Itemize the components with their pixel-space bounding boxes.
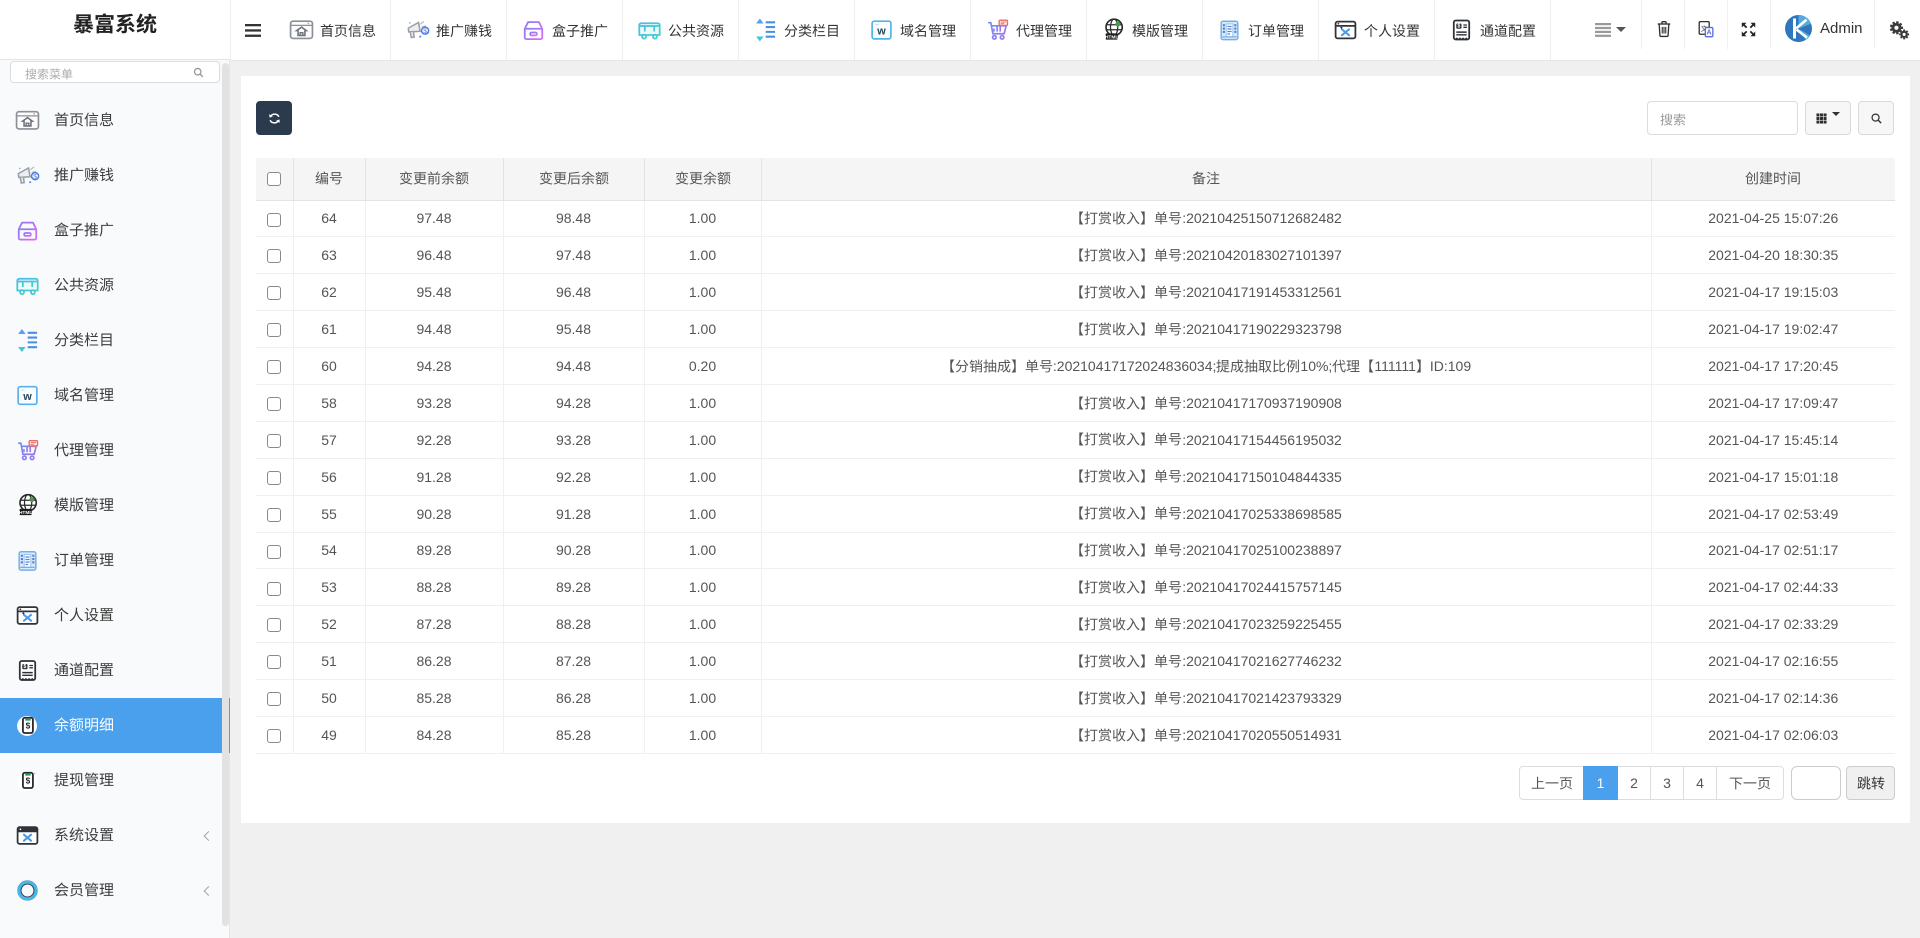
svg-text:$: $ [26, 775, 31, 785]
svg-text:HTML: HTML [19, 510, 32, 516]
svg-text:$: $ [1458, 24, 1461, 30]
svg-text:HTML: HTML [1105, 34, 1118, 40]
svg-text:w: w [876, 26, 886, 38]
svg-text:A: A [1707, 30, 1712, 37]
svg-text:w: w [22, 391, 32, 403]
svg-text:$: $ [423, 28, 427, 35]
svg-text:$: $ [26, 720, 31, 730]
svg-text:$: $ [24, 664, 27, 670]
svg-text:$: $ [33, 174, 37, 181]
